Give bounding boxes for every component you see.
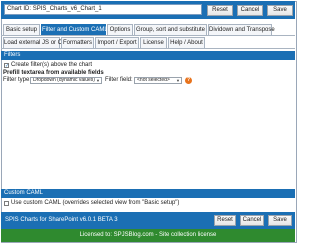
tab-license[interactable]: License	[140, 37, 167, 48]
chevron-down-icon: ▼	[176, 78, 180, 83]
tab-help-about[interactable]: Help / About	[168, 37, 205, 48]
cancel-button[interactable]: Cancel	[237, 5, 263, 16]
chevron-down-icon: ▼	[96, 78, 100, 83]
chart-id-field[interactable]: Chart ID: SPIS_Charts_v6_Chart_1	[4, 4, 202, 15]
create-filters-label: Create filter(s) above the chart	[11, 62, 93, 68]
filter-type-value: Dropdown (dynamic values)	[33, 77, 95, 83]
use-custom-caml-label: Use custom CAML (overrides selected view…	[11, 200, 180, 206]
filter-type-select[interactable]: Dropdown (dynamic values) ▼	[30, 77, 102, 84]
custom-caml-section-header: Custom CAML	[1, 189, 295, 198]
filter-type-label: Filter type:	[3, 77, 32, 83]
create-filters-checkbox[interactable]: ✓	[4, 63, 9, 69]
tab-load-external-js-css[interactable]: Load external JS or CSS	[3, 37, 70, 48]
footer-save-button[interactable]: Save	[268, 215, 292, 226]
tab-formatters[interactable]: Formatters	[61, 37, 94, 48]
filter-field-value: <not selected>	[137, 77, 170, 83]
chart-id-label: Chart ID:	[7, 6, 32, 12]
reset-button[interactable]: Reset	[207, 5, 233, 16]
tab-import-export[interactable]: Import / Export	[95, 37, 139, 48]
filters-section-header: Filters	[1, 51, 295, 60]
product-version-label: SPIS Charts for SharePoint v6.0.1 BETA 3	[5, 217, 118, 223]
save-button[interactable]: Save	[267, 5, 293, 16]
use-custom-caml-checkbox[interactable]	[4, 201, 9, 206]
footer-reset-button[interactable]: Reset	[214, 215, 236, 226]
tab-filter-and-custom-caml[interactable]: Filter and Custom CAML	[41, 24, 108, 35]
tab-divider	[1, 48, 295, 49]
tab-group-sort-substitute[interactable]: Group, sort and substitute	[134, 24, 207, 35]
tab-divider	[1, 35, 295, 36]
footer-cancel-button[interactable]: Cancel	[240, 215, 264, 226]
chart-id-value: SPIS_Charts_v6_Chart_1	[32, 6, 102, 12]
prefill-title: Prefill textarea from available fields	[3, 70, 104, 76]
tab-basic-setup[interactable]: Basic setup	[3, 24, 40, 35]
filter-field-select[interactable]: <not selected> ▼	[134, 77, 182, 84]
filter-field-label: Filter field:	[105, 77, 133, 83]
tab-options[interactable]: Options	[107, 24, 133, 35]
license-bar: Licensed to: SPJSBlog.com - Site collect…	[1, 229, 295, 242]
tab-dividown-and-transpose[interactable]: Dividown and Transpose	[208, 24, 275, 35]
help-icon[interactable]: ?	[185, 77, 192, 84]
